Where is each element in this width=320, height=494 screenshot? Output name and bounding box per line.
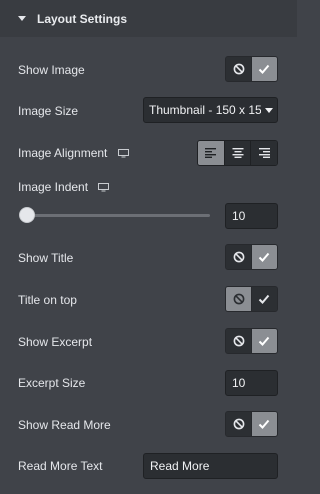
show-excerpt-toggle[interactable] — [225, 328, 278, 354]
show-excerpt-label: Show Excerpt — [18, 335, 93, 349]
hide-option[interactable] — [226, 412, 252, 436]
align-center-icon — [232, 148, 243, 158]
show-title-toggle[interactable] — [225, 244, 278, 270]
ban-icon — [233, 418, 244, 430]
title-on-top-label: Title on top — [18, 293, 77, 307]
image-indent-slider-handle[interactable] — [19, 207, 35, 223]
align-right-button[interactable] — [250, 141, 277, 165]
show-option[interactable] — [251, 412, 277, 436]
read-more-text-label: Read More Text — [18, 459, 103, 473]
section-title: Layout Settings — [37, 11, 128, 26]
ban-icon — [233, 335, 244, 347]
hide-option[interactable] — [226, 57, 252, 81]
ban-icon — [233, 251, 244, 263]
hide-option[interactable] — [226, 245, 252, 269]
image-alignment-label: Image Alignment — [18, 146, 129, 160]
image-size-value: Thumbnail - 150 x 150 — [149, 103, 261, 117]
show-option[interactable] — [251, 245, 277, 269]
check-icon — [259, 419, 270, 429]
caret-down-icon — [18, 16, 26, 21]
show-option[interactable] — [251, 287, 277, 311]
ban-icon — [233, 293, 244, 305]
image-indent-label: Image Indent — [18, 180, 110, 194]
image-indent-text: Image Indent — [18, 180, 89, 194]
image-alignment-text: Image Alignment — [18, 146, 108, 160]
align-left-icon — [204, 148, 216, 158]
show-option[interactable] — [251, 57, 277, 81]
read-more-text-input[interactable]: Read More — [143, 453, 278, 479]
desktop-icon[interactable] — [117, 149, 129, 158]
check-icon — [259, 252, 270, 262]
title-on-top-toggle[interactable] — [225, 286, 278, 312]
excerpt-size-label: Excerpt Size — [18, 376, 86, 390]
show-read-more-toggle[interactable] — [225, 411, 278, 437]
chevron-down-icon — [265, 108, 273, 113]
desktop-icon[interactable] — [98, 183, 110, 192]
image-indent-input[interactable]: 10 — [225, 203, 278, 229]
show-image-toggle[interactable] — [225, 56, 278, 82]
excerpt-size-input[interactable]: 10 — [225, 370, 278, 396]
check-icon — [259, 64, 270, 74]
section-header[interactable]: Layout Settings — [0, 0, 297, 37]
hide-option[interactable] — [226, 287, 252, 311]
image-size-select[interactable]: Thumbnail - 150 x 150 — [143, 97, 278, 123]
show-image-label: Show Image — [18, 63, 85, 77]
image-indent-slider-track[interactable] — [27, 214, 210, 217]
image-size-label: Image Size — [18, 104, 79, 118]
show-title-label: Show Title — [18, 251, 74, 265]
show-option[interactable] — [251, 329, 277, 353]
hide-option[interactable] — [226, 329, 252, 353]
show-read-more-label: Show Read More — [18, 418, 111, 432]
check-icon — [259, 336, 270, 346]
ban-icon — [233, 63, 244, 75]
check-icon — [259, 294, 270, 304]
align-right-icon — [259, 148, 271, 158]
align-center-button[interactable] — [223, 141, 251, 165]
image-alignment-control[interactable] — [197, 140, 278, 166]
align-left-button[interactable] — [198, 141, 224, 165]
